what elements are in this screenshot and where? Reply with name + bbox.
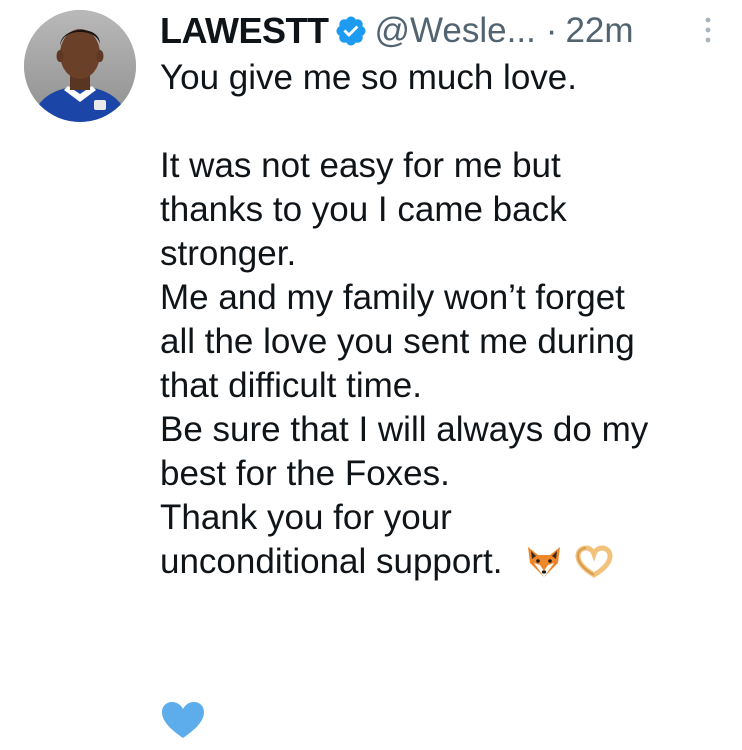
fox-face-emoji	[524, 541, 564, 581]
tweet-text-line: that difficult time.	[160, 366, 422, 405]
tweet-text-line: stronger.	[160, 234, 297, 273]
tweet-text-line: best for the Foxes.	[160, 454, 450, 493]
heart-hands-emoji	[574, 541, 614, 581]
tweet-text-line: Be sure that I will always do my	[160, 410, 649, 449]
tweet-text-line: Me and my family won’t forget	[160, 278, 625, 317]
tweet-text-line: unconditional support.	[160, 542, 503, 581]
timestamp[interactable]: 22m	[565, 11, 633, 51]
tweet-text-line-last: unconditional support.	[160, 540, 730, 584]
tweet-text-line: Thank you for your	[160, 498, 452, 537]
tweet[interactable]: LAWESTT @Wesle... · 22m You give me so m…	[0, 0, 742, 750]
tweet-text-line: all the love you sent me during	[160, 322, 635, 361]
separator-dot: ·	[545, 11, 558, 50]
blue-heart-emoji	[160, 700, 206, 740]
more-options-icon[interactable]	[700, 10, 716, 50]
tweet-text-line: It was not easy for me but	[160, 146, 561, 185]
user-handle[interactable]: @Wesle...	[374, 11, 535, 51]
tweet-text-line: You give me so much love.	[160, 58, 577, 97]
verified-badge-icon	[334, 14, 368, 48]
avatar[interactable]	[24, 10, 136, 122]
avatar-image	[24, 10, 136, 122]
tweet-text: You give me so much love. It was not eas…	[160, 56, 730, 584]
tweet-header: LAWESTT @Wesle... · 22m	[160, 4, 634, 58]
tweet-text-line: thanks to you I came back	[160, 190, 567, 229]
display-name[interactable]: LAWESTT	[160, 10, 329, 52]
tweet-text-line-blank	[160, 100, 730, 144]
